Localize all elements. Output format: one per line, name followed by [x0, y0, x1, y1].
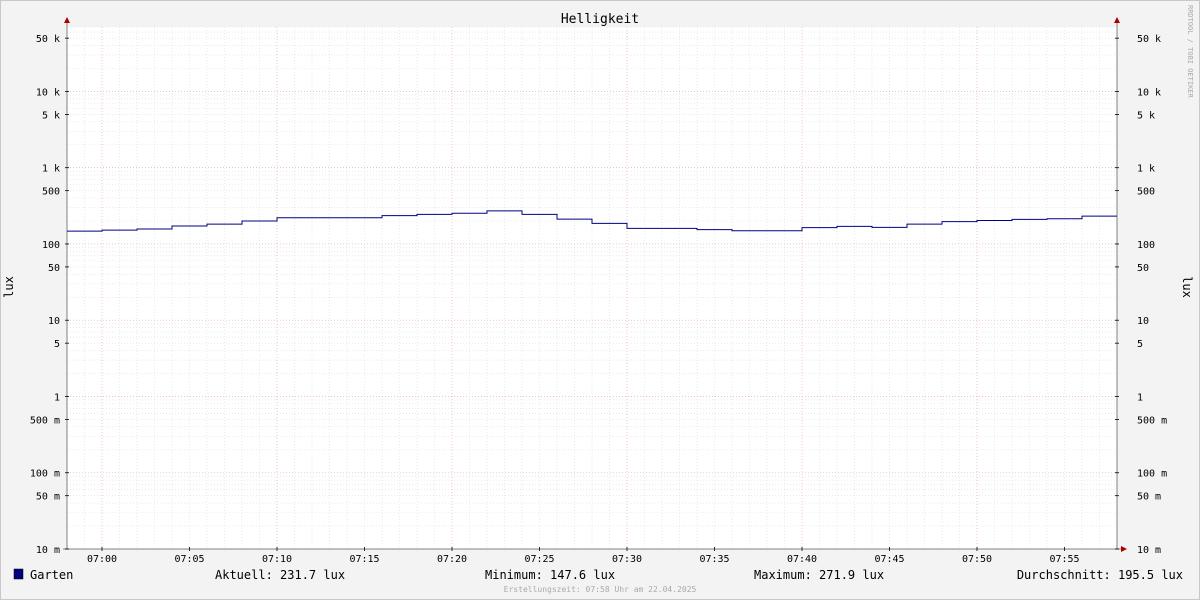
y-axis-right-arrow-icon	[1114, 17, 1120, 23]
y-tick-label-right: 10 k	[1137, 87, 1161, 98]
legend-swatch	[13, 568, 24, 580]
y-tick-label-left: 5	[54, 339, 60, 350]
x-tick-label: 07:20	[437, 554, 467, 565]
y-tick-label-left: 10	[48, 316, 60, 327]
y-tick-label-left: 50 m	[36, 492, 60, 503]
y-tick-label-right: 1	[1137, 392, 1143, 403]
y-tick-label-left: 10 k	[36, 87, 60, 98]
y-axis-label-right: lux	[1180, 276, 1194, 298]
rrdtool-watermark: RRDTOOL / TOBI OETIKER	[1186, 5, 1194, 99]
x-axis-arrow-icon	[1121, 546, 1127, 552]
y-tick-label-left: 500	[42, 187, 60, 198]
y-tick-label-right: 50 m	[1137, 492, 1161, 503]
y-axis-left-arrow-icon	[64, 17, 70, 23]
y-tick-label-right: 10	[1137, 316, 1149, 327]
x-tick-label: 07:40	[787, 554, 817, 565]
legend-maximum: Maximum: 271.9 lux	[754, 568, 884, 582]
y-axis-label-left: lux	[2, 276, 16, 298]
x-tick-label: 07:00	[87, 554, 117, 565]
footer-timestamp: Erstellungszeit: 07:58 Uhr am 22.04.2025	[504, 585, 697, 594]
y-tick-label-right: 100 m	[1137, 469, 1167, 480]
y-tick-label-left: 50	[48, 263, 60, 274]
y-tick-label-left: 100	[42, 240, 60, 251]
y-tick-label-right: 1 k	[1137, 164, 1155, 175]
y-tick-label-left: 5 k	[42, 110, 60, 121]
y-tick-label-right: 100	[1137, 240, 1155, 251]
x-tick-label: 07:55	[1049, 554, 1079, 565]
chart-title: Helligkeit	[561, 12, 639, 27]
x-tick-label: 07:25	[524, 554, 554, 565]
y-tick-label-right: 5	[1137, 339, 1143, 350]
x-tick-label: 07:45	[874, 554, 904, 565]
legend-current: Aktuell: 231.7 lux	[215, 568, 345, 582]
y-tick-label-right: 50 k	[1137, 34, 1161, 45]
y-tick-label-left: 50 k	[36, 34, 60, 45]
y-tick-label-right: 10 m	[1137, 545, 1161, 556]
y-tick-label-right: 500 m	[1137, 415, 1167, 426]
x-tick-label: 07:50	[962, 554, 992, 565]
y-tick-label-right: 5 k	[1137, 110, 1155, 121]
chart-svg: 50 k 50 k10 k 10 k5 k5 k1 k1 k500 500100 100…	[2, 5, 1194, 594]
x-tick-label: 07:35	[699, 554, 729, 565]
legend-minimum: Minimum: 147.6 lux	[485, 568, 615, 582]
y-tick-label-left: 10 m	[36, 545, 60, 556]
y-tick-label-right: 500	[1137, 187, 1155, 198]
x-tick-label: 07:10	[262, 554, 292, 565]
x-tick-label: 07:30	[612, 554, 642, 565]
x-tick-label: 07:15	[349, 554, 379, 565]
x-tick-label: 07:05	[174, 554, 204, 565]
y-tick-label-right: 50	[1137, 263, 1149, 274]
y-tick-label-left: 1 k	[42, 164, 60, 175]
y-tick-label-left: 100 m	[30, 469, 60, 480]
legend-average: Durchschnitt: 195.5 lux	[1017, 568, 1183, 582]
y-tick-label-left: 1	[54, 392, 60, 403]
legend-series-name: Garten	[30, 568, 73, 582]
y-tick-label-left: 500 m	[30, 415, 60, 426]
